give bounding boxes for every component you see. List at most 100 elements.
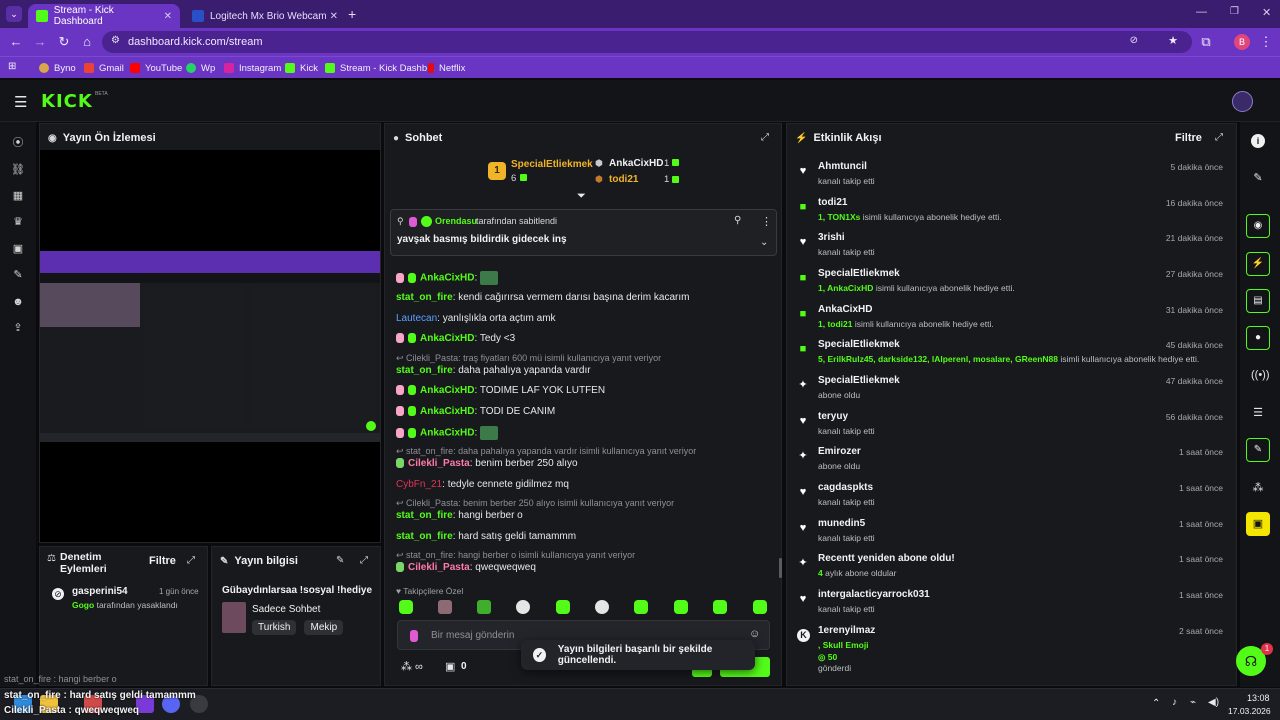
activity-item[interactable]: ♥ teryuy 56 dakika önce kanalı takip etti: [797, 411, 1227, 445]
activity-item[interactable]: ♥ munedin5 1 saat önce kanalı takip etti: [797, 518, 1227, 552]
reply-context[interactable]: ↩ Cilekli_Pasta: traş fiyatları 600 mü i…: [396, 353, 776, 364]
chat-message[interactable]: stat_on_fire: kendi cağırırsa vermem dar…: [396, 292, 776, 303]
chat-message[interactable]: AnkaCixHD: TODİME LAF YOK LUTFEN: [396, 385, 776, 396]
chat-message[interactable]: Lautecan: yanlışlıkla orta açtım amk: [396, 313, 776, 324]
pinned-more-icon[interactable]: ⋮: [761, 215, 772, 228]
stream-info-expand-icon[interactable]: ⤢: [360, 555, 368, 566]
edit-stream-info-icon[interactable]: ✎: [336, 555, 344, 566]
chat-message[interactable]: stat_on_fire: hard satış geldi tamammm: [396, 531, 776, 542]
activity-highlight[interactable]: 1, TON1Xs: [818, 212, 860, 222]
chat-message[interactable]: AnkaCixHD:: [396, 426, 776, 440]
activity-item[interactable]: ♥ 3rishi 21 dakika önce kanalı takip etti: [797, 232, 1227, 266]
activity-item[interactable]: ♥ cagdaspkts 1 saat önce kanalı takip etti: [797, 482, 1227, 516]
clock-time[interactable]: 13:08: [1247, 693, 1270, 703]
bookmark-wp[interactable]: Wp: [186, 61, 215, 75]
activity-name[interactable]: intergalacticyarrock031: [818, 589, 930, 600]
chat-username[interactable]: Lautecan: [396, 313, 437, 324]
notes-toggle-button[interactable]: ▤: [1246, 289, 1270, 313]
home-button[interactable]: ⌂: [79, 34, 95, 50]
preview-toggle-button[interactable]: ◉: [1246, 214, 1270, 238]
close-tab-icon[interactable]: ✕: [164, 11, 172, 22]
hamburger-menu-icon[interactable]: ☰: [14, 93, 27, 111]
channel-points-icon[interactable]: ⁂ ∞: [401, 660, 423, 673]
microphone-icon[interactable]: ♪: [1172, 697, 1177, 708]
kick-logo[interactable]: KICK: [41, 91, 93, 112]
pinned-by-name[interactable]: Orendasu: [435, 216, 477, 226]
chat-message[interactable]: CybFn_21: tedyle cennete gidilmez mq: [396, 479, 776, 490]
activity-item[interactable]: ■ todi21 16 dakika önce 1, TON1Xs isimli ku…: [797, 197, 1227, 231]
chat-username[interactable]: AnkaCixHD: [420, 333, 474, 344]
activity-item[interactable]: K 1erenyilmaz 2 saat önce , Skull Emoji ◎ 50…: [797, 625, 1227, 673]
tab-logitech[interactable]: Logitech Mx Brio Webcam Fiyatı ✕: [184, 4, 346, 28]
tab-stream-dashboard[interactable]: Stream - Kick Dashboard ✕: [28, 4, 180, 28]
reload-button[interactable]: ↻: [56, 34, 72, 50]
activity-item[interactable]: ♥ intergalacticyarrock031 1 saat önce kanal…: [797, 589, 1227, 623]
tag-turkish[interactable]: Turkish: [252, 620, 297, 635]
chat-message[interactable]: stat_on_fire: daha pahalıya yapanda vard…: [396, 365, 776, 376]
tray-chevron-icon[interactable]: ⌃: [1152, 698, 1160, 709]
bookmark-star-icon[interactable]: ★: [1168, 34, 1178, 47]
bookmark-netflix[interactable]: Netflix: [428, 61, 465, 75]
edit-icon[interactable]: ✎: [1251, 171, 1265, 185]
activity-toggle-button[interactable]: ⚡: [1246, 252, 1270, 276]
chat-username[interactable]: Cilekli_Pasta: [408, 458, 470, 469]
tab-list-button[interactable]: ⌄: [6, 6, 22, 22]
activity-name[interactable]: 1erenyilmaz: [818, 625, 875, 636]
community-icon[interactable]: ☻: [11, 295, 25, 309]
activity-item[interactable]: ♥ Ahmtuncil 5 dakika önce kanalı takip etti: [797, 161, 1227, 195]
reply-context[interactable]: ↩ stat_on_fire: hangi berber o isimli ku…: [396, 550, 776, 561]
chat-popout-icon[interactable]: ⤢: [761, 132, 769, 143]
activity-name[interactable]: Recentt yeniden abone oldu!: [818, 553, 955, 564]
volume-icon[interactable]: ◀): [1208, 697, 1219, 708]
chat-message[interactable]: stat_on_fire: hangi berber o: [396, 510, 776, 521]
chat-message[interactable]: Cilekli_Pasta: benim berber 250 alıyo: [396, 458, 776, 469]
chat-username[interactable]: stat_on_fire: [396, 365, 453, 376]
broadcast-icon[interactable]: ((•)): [1251, 369, 1270, 383]
chat-message[interactable]: AnkaCixHD: TODİ DE CANİM: [396, 406, 776, 417]
analytics-icon[interactable]: ▦: [11, 189, 25, 203]
chat-message[interactable]: AnkaCixHD:: [396, 271, 776, 285]
back-button[interactable]: ←: [8, 34, 24, 50]
bookmark-youtube[interactable]: YouTube: [130, 61, 182, 75]
category-name[interactable]: Sadece Sohbet: [252, 604, 320, 615]
leaderboard-third-name[interactable]: todi21: [609, 174, 638, 185]
chevron-down-icon[interactable]: ⌄: [760, 237, 768, 248]
bookmark-byno[interactable]: Byno: [39, 61, 76, 75]
emote-icon[interactable]: [516, 600, 530, 614]
chat-username[interactable]: CybFn_21: [396, 479, 442, 490]
stacked-panels-icon[interactable]: ☰: [1251, 406, 1265, 420]
emote-icon[interactable]: [634, 600, 648, 614]
activity-name[interactable]: SpecialEtliekmek: [818, 268, 900, 279]
bookmark-stream-dashboard[interactable]: Stream - Kick Dashb...: [325, 61, 435, 75]
activity-highlight[interactable]: 1, AnkaCixHD: [818, 283, 873, 293]
trophy-icon[interactable]: ♛: [11, 215, 25, 229]
chat-filter-icon[interactable]: ⏷: [577, 190, 586, 203]
activity-filter-button[interactable]: Filtre: [1175, 132, 1202, 144]
leaderboard-second-name[interactable]: AnkaCixHD: [609, 158, 663, 169]
close-tab-icon[interactable]: ✕: [330, 11, 338, 22]
activity-expand-icon[interactable]: ⤢: [1215, 132, 1223, 143]
clock-date[interactable]: 17.03.2026: [1228, 706, 1271, 716]
chat-toggle-button[interactable]: ●: [1246, 326, 1270, 350]
stream-info-toggle-button[interactable]: ✎: [1246, 438, 1270, 462]
emote-icon[interactable]: [477, 600, 491, 614]
unpin-icon[interactable]: ⚲: [734, 215, 741, 226]
chat-username[interactable]: stat_on_fire: [396, 510, 453, 521]
emoji-picker-icon[interactable]: ☺: [749, 628, 760, 640]
activity-item[interactable]: ✦ Emirozer 1 saat önce abone oldu: [797, 446, 1227, 480]
chat-username[interactable]: stat_on_fire: [396, 531, 453, 542]
activity-name[interactable]: AnkaCixHD: [818, 304, 872, 315]
chat-username[interactable]: AnkaCixHD: [420, 385, 474, 396]
camera-blocked-icon[interactable]: ⊘: [1130, 35, 1138, 46]
moderation-filter-button[interactable]: Filtre: [149, 555, 176, 567]
activity-item[interactable]: ■ AnkaCixHD 31 dakika önce 1, todi21 isimli…: [797, 304, 1227, 338]
emote-icon[interactable]: [556, 600, 570, 614]
emote-icon[interactable]: [753, 600, 767, 614]
activity-item[interactable]: ■ SpecialEtliekmek 45 dakika önce 5, ErilkR…: [797, 339, 1227, 373]
apps-grid-icon[interactable]: ⊞: [8, 61, 16, 72]
site-info-icon[interactable]: ⚙: [111, 35, 120, 46]
tools-icon[interactable]: ✎: [11, 268, 25, 282]
menu-kebab-icon[interactable]: ⋮: [1258, 34, 1274, 50]
extensions-icon[interactable]: ⧉: [1198, 34, 1214, 50]
emote-icon[interactable]: [438, 600, 452, 614]
